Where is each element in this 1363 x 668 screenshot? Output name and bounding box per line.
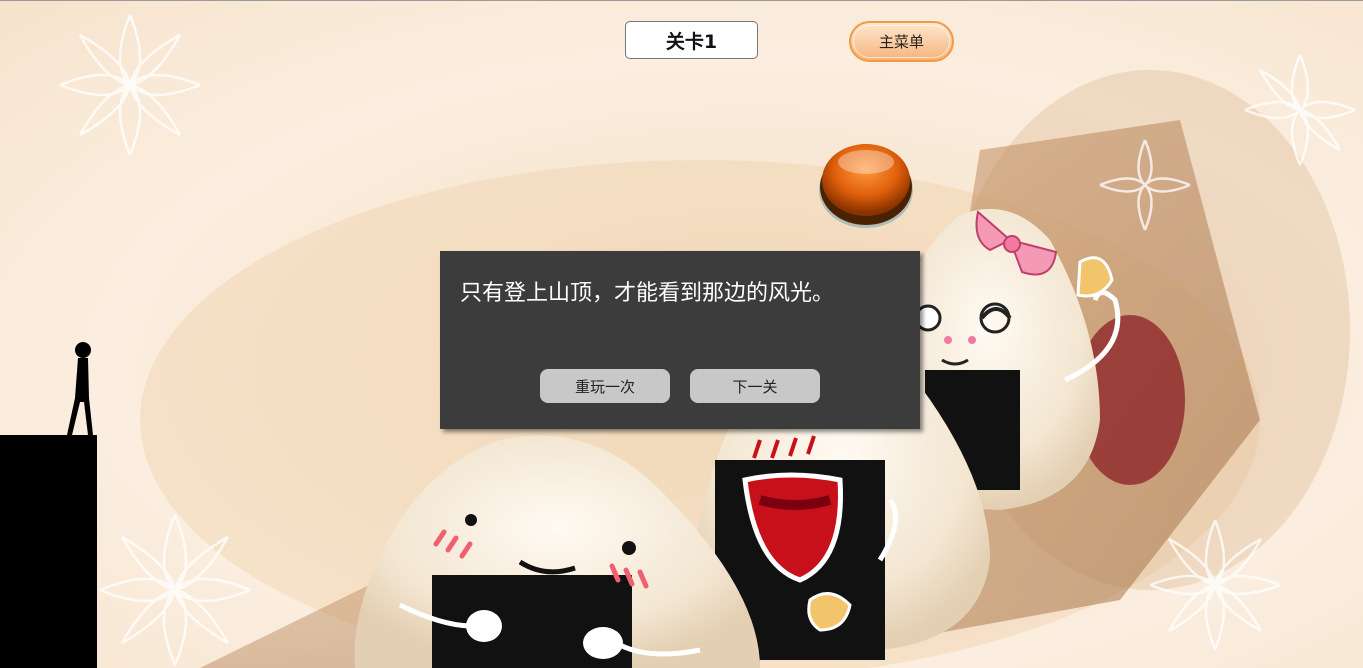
cliff-platform: [0, 435, 97, 668]
main-menu-button[interactable]: 主菜单: [849, 21, 954, 62]
top-border: [0, 0, 1363, 1]
level-label: 关卡1: [625, 21, 758, 59]
level-complete-dialog: 只有登上山顶，才能看到那边的风光。 重玩一次 下一关: [440, 251, 920, 429]
game-stage: 关卡1 主菜单 只有登上山顶，才能看到那边的风光。 重玩一次 下一关: [0, 0, 1363, 668]
stickman-icon: [67, 342, 93, 435]
replay-button[interactable]: 重玩一次: [540, 369, 670, 403]
dialog-message: 只有登上山顶，才能看到那边的风光。: [460, 281, 835, 306]
orange-round-button-icon[interactable]: [816, 132, 916, 232]
next-level-button[interactable]: 下一关: [690, 369, 820, 403]
